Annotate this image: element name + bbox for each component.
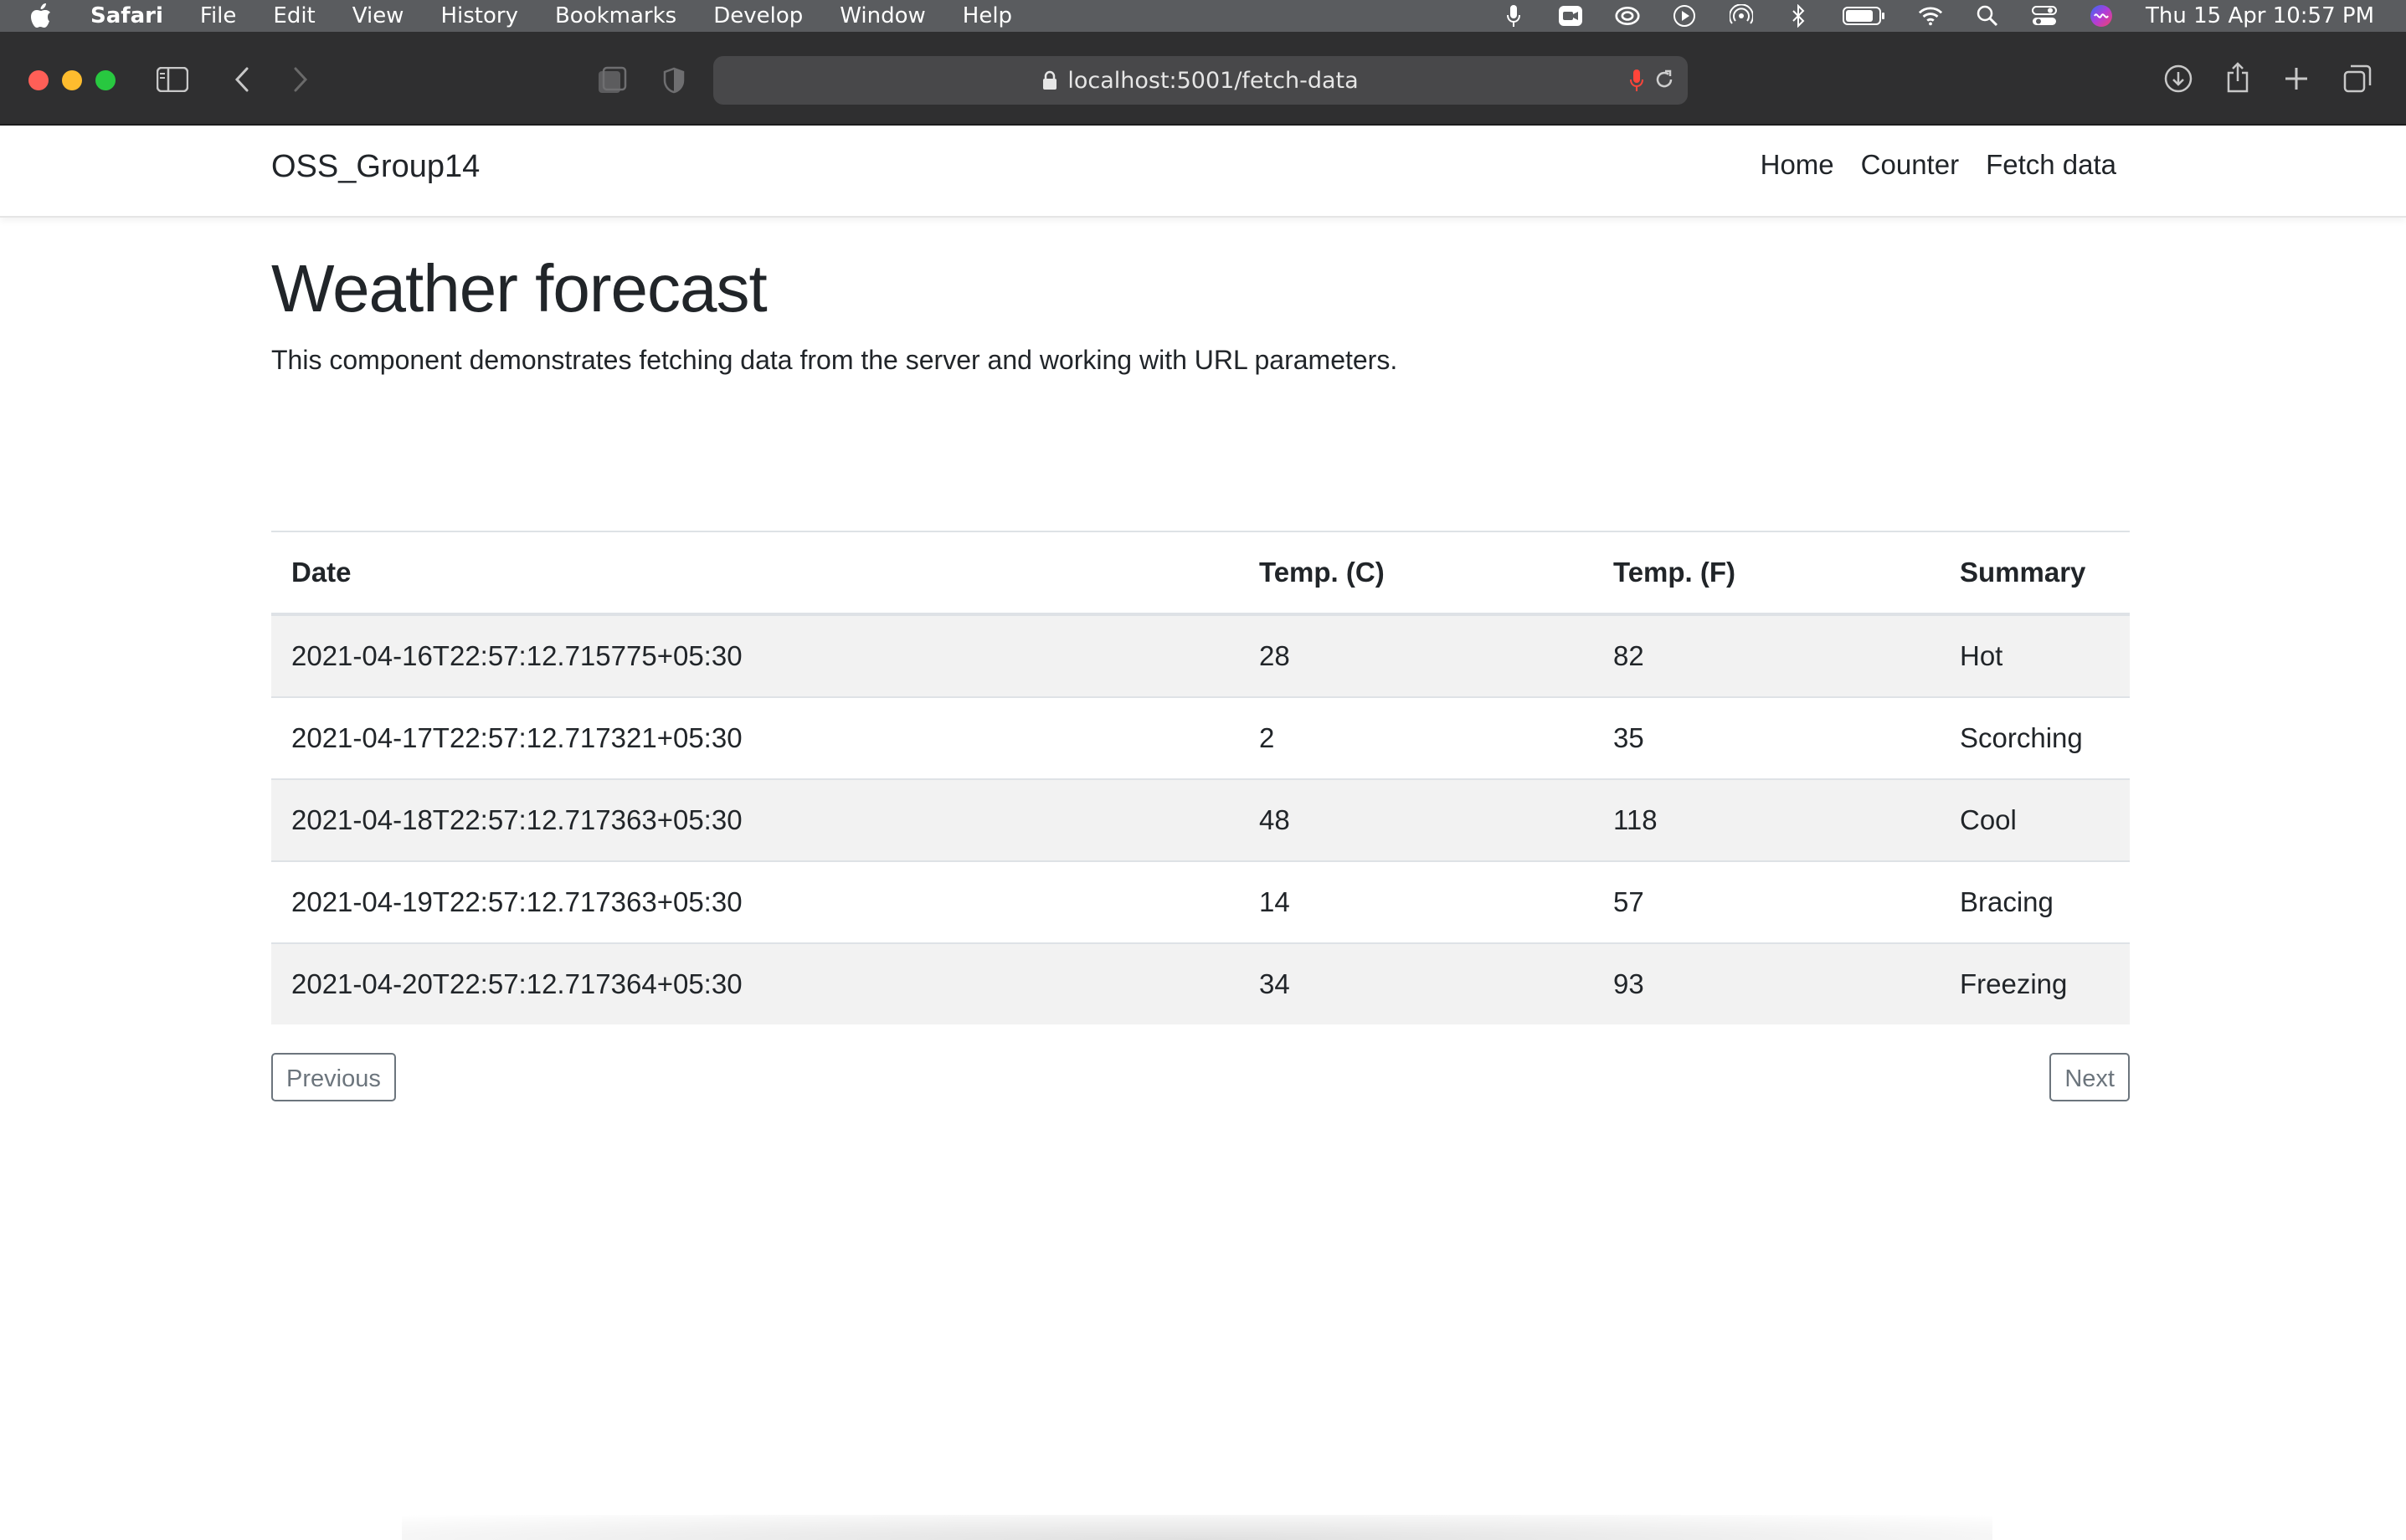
back-button-icon[interactable] bbox=[229, 65, 254, 94]
creative-cloud-icon[interactable] bbox=[1615, 3, 1640, 28]
menu-app-name[interactable]: Safari bbox=[90, 0, 163, 32]
nav-link-fetch-data[interactable]: Fetch data bbox=[1986, 149, 2116, 181]
window-close-button[interactable] bbox=[28, 70, 49, 90]
cell-summary: Hot bbox=[1940, 613, 2130, 697]
play-icon[interactable] bbox=[1672, 3, 1697, 28]
menu-window[interactable]: Window bbox=[840, 0, 926, 32]
cell-temp-c: 2 bbox=[1239, 696, 1593, 779]
cell-summary: Cool bbox=[1940, 778, 2130, 861]
menu-edit[interactable]: Edit bbox=[273, 0, 315, 32]
table-row: 2021-04-16T22:57:12.715775+05:30 28 82 H… bbox=[271, 613, 2130, 697]
cell-temp-f: 57 bbox=[1593, 860, 1940, 943]
table-row: 2021-04-20T22:57:12.717364+05:30 34 93 F… bbox=[271, 942, 2130, 1024]
menu-view[interactable]: View bbox=[352, 0, 404, 32]
cell-summary: Bracing bbox=[1940, 860, 2130, 943]
cell-date: 2021-04-20T22:57:12.717364+05:30 bbox=[271, 942, 1239, 1024]
cell-temp-c: 28 bbox=[1239, 613, 1593, 697]
cell-date: 2021-04-18T22:57:12.717363+05:30 bbox=[271, 778, 1239, 861]
dictation-microphone-icon[interactable] bbox=[1629, 68, 1644, 99]
control-center-icon[interactable] bbox=[2032, 3, 2057, 28]
menu-bookmarks[interactable]: Bookmarks bbox=[555, 0, 676, 32]
cell-temp-c: 14 bbox=[1239, 860, 1593, 943]
privacy-shield-icon[interactable] bbox=[660, 65, 688, 95]
lock-icon bbox=[1042, 70, 1057, 90]
navbar-brand[interactable]: OSS_Group14 bbox=[271, 149, 480, 185]
next-button[interactable]: Next bbox=[2049, 1053, 2130, 1101]
cell-date: 2021-04-16T22:57:12.715775+05:30 bbox=[271, 613, 1239, 697]
cell-temp-f: 82 bbox=[1593, 613, 1940, 697]
nav-links: Home Counter Fetch data bbox=[1761, 149, 2116, 181]
cell-date: 2021-04-17T22:57:12.717321+05:30 bbox=[271, 696, 1239, 779]
new-tab-icon[interactable] bbox=[2282, 64, 2311, 94]
address-bar[interactable]: localhost:5001/fetch-data bbox=[713, 56, 1688, 105]
site-navbar: OSS_Group14 Home Counter Fetch data bbox=[0, 126, 2406, 218]
window-zoom-button[interactable] bbox=[95, 70, 116, 90]
cell-temp-f: 35 bbox=[1593, 696, 1940, 779]
header-summary: Summary bbox=[1940, 531, 2130, 616]
header-temp-f: Temp. (F) bbox=[1593, 531, 1940, 616]
table-header-row: Date Temp. (C) Temp. (F) Summary bbox=[271, 531, 2130, 616]
microphone-icon[interactable] bbox=[1501, 3, 1526, 28]
menu-history[interactable]: History bbox=[440, 0, 518, 32]
bluetooth-icon[interactable] bbox=[1786, 3, 1811, 28]
forward-button-icon[interactable] bbox=[288, 65, 313, 94]
reader-tab-icon[interactable] bbox=[596, 65, 628, 95]
cell-summary: Scorching bbox=[1940, 696, 2130, 779]
cell-date: 2021-04-19T22:57:12.717363+05:30 bbox=[271, 860, 1239, 943]
menu-help[interactable]: Help bbox=[963, 0, 1012, 32]
siri-icon[interactable] bbox=[2089, 3, 2114, 28]
spotlight-search-icon[interactable] bbox=[1975, 3, 2000, 28]
menu-file[interactable]: File bbox=[200, 0, 237, 32]
airdrop-icon[interactable] bbox=[1729, 3, 1754, 28]
cell-temp-f: 93 bbox=[1593, 942, 1940, 1024]
main-content: Weather forecast This component demonstr… bbox=[271, 251, 2130, 1101]
nav-link-counter[interactable]: Counter bbox=[1861, 149, 1959, 181]
reload-icon[interactable] bbox=[1653, 68, 1676, 97]
cell-temp-c: 48 bbox=[1239, 778, 1593, 861]
cell-temp-c: 34 bbox=[1239, 942, 1593, 1024]
downloads-icon[interactable] bbox=[2163, 64, 2193, 94]
apple-menu-icon[interactable] bbox=[28, 3, 54, 28]
nav-link-home[interactable]: Home bbox=[1761, 149, 1834, 181]
battery-icon[interactable] bbox=[1843, 3, 1886, 28]
facetime-icon[interactable] bbox=[1558, 3, 1583, 28]
header-temp-c: Temp. (C) bbox=[1239, 531, 1593, 616]
url-text[interactable]: localhost:5001/fetch-data bbox=[1067, 68, 1358, 94]
macos-menu-bar: Safari File Edit View History Bookmarks … bbox=[0, 0, 2406, 32]
menu-develop[interactable]: Develop bbox=[713, 0, 803, 32]
wifi-icon[interactable] bbox=[1918, 3, 1943, 28]
menu-bar-clock[interactable]: Thu 15 Apr 10:57 PM bbox=[2146, 3, 2374, 28]
dock-shadow bbox=[402, 1515, 1992, 1540]
web-page: OSS_Group14 Home Counter Fetch data Weat… bbox=[0, 126, 2406, 1540]
table-row: 2021-04-18T22:57:12.717363+05:30 48 118 … bbox=[271, 778, 2130, 861]
header-date: Date bbox=[271, 531, 1239, 616]
previous-button[interactable]: Previous bbox=[271, 1053, 396, 1101]
page-title: Weather forecast bbox=[271, 251, 768, 326]
cell-temp-f: 118 bbox=[1593, 778, 1940, 861]
forecast-table: Date Temp. (C) Temp. (F) Summary 2021-04… bbox=[271, 531, 2130, 1024]
table-row: 2021-04-17T22:57:12.717321+05:30 2 35 Sc… bbox=[271, 696, 2130, 779]
page-description: This component demonstrates fetching dat… bbox=[271, 345, 1398, 375]
tab-overview-icon[interactable] bbox=[2342, 64, 2373, 94]
cell-summary: Freezing bbox=[1940, 942, 2130, 1024]
table-row: 2021-04-19T22:57:12.717363+05:30 14 57 B… bbox=[271, 860, 2130, 943]
sidebar-toggle-icon[interactable] bbox=[156, 65, 189, 94]
window-minimize-button[interactable] bbox=[62, 70, 82, 90]
share-icon[interactable] bbox=[2223, 60, 2252, 94]
